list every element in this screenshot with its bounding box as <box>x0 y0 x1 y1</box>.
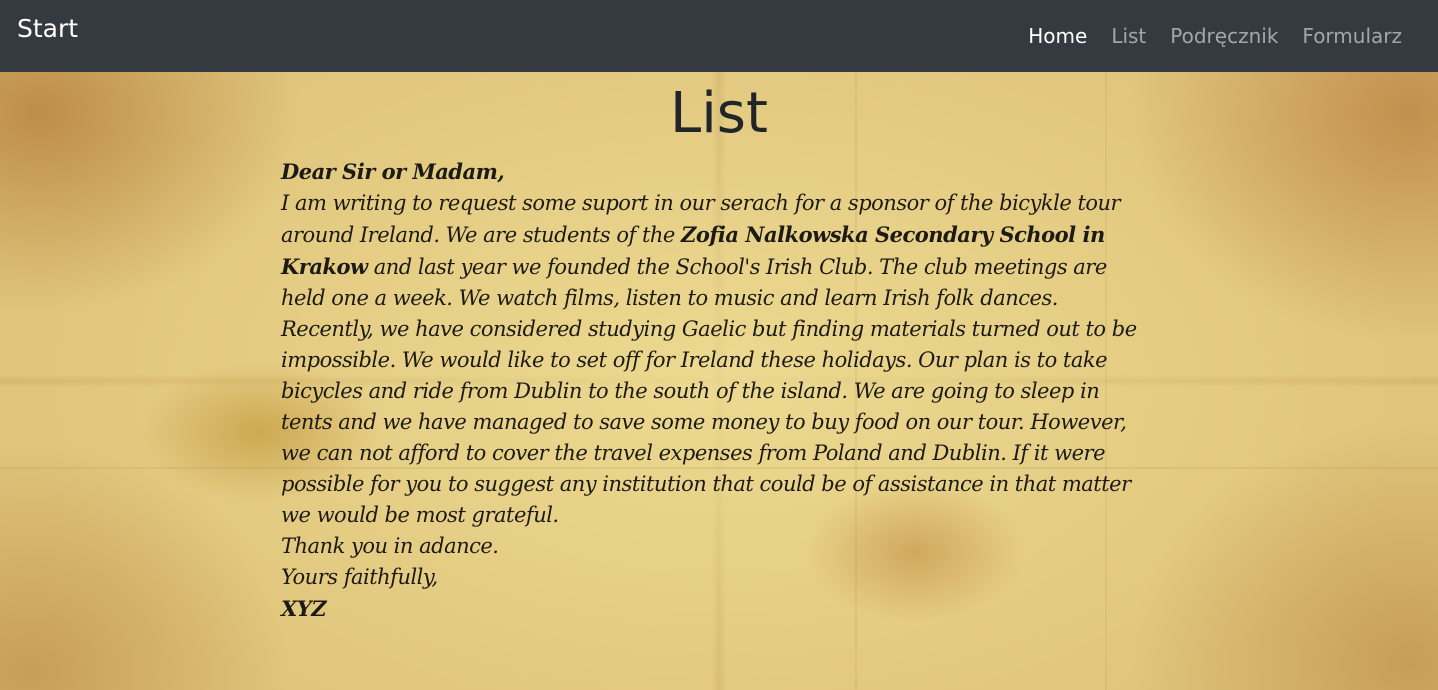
letter-body: I am writing to request some suport in o… <box>281 188 1146 531</box>
letter-content: Dear Sir or Madam, I am writing to reque… <box>281 156 1146 625</box>
brand-link[interactable]: Start <box>17 14 78 43</box>
nav-link-formularz[interactable]: Formularz <box>1302 24 1402 48</box>
letter-closing: Yours faithfully, <box>281 565 438 589</box>
letter-signature: XYZ <box>281 596 327 621</box>
letter-salutation: Dear Sir or Madam, <box>281 159 505 184</box>
letter-thanks: Thank you in adance. <box>281 534 499 558</box>
letter-body-text: and last year we founded the School's Ir… <box>281 255 1137 527</box>
nav-link-list[interactable]: List <box>1111 24 1146 48</box>
top-navbar: Start Home List Podręcznik Formularz <box>0 0 1438 72</box>
nav-links: Home List Podręcznik Formularz <box>1004 0 1402 72</box>
nav-link-home[interactable]: Home <box>1028 24 1087 48</box>
page-title: List <box>670 81 768 146</box>
nav-link-podrecznik[interactable]: Podręcznik <box>1170 24 1278 48</box>
